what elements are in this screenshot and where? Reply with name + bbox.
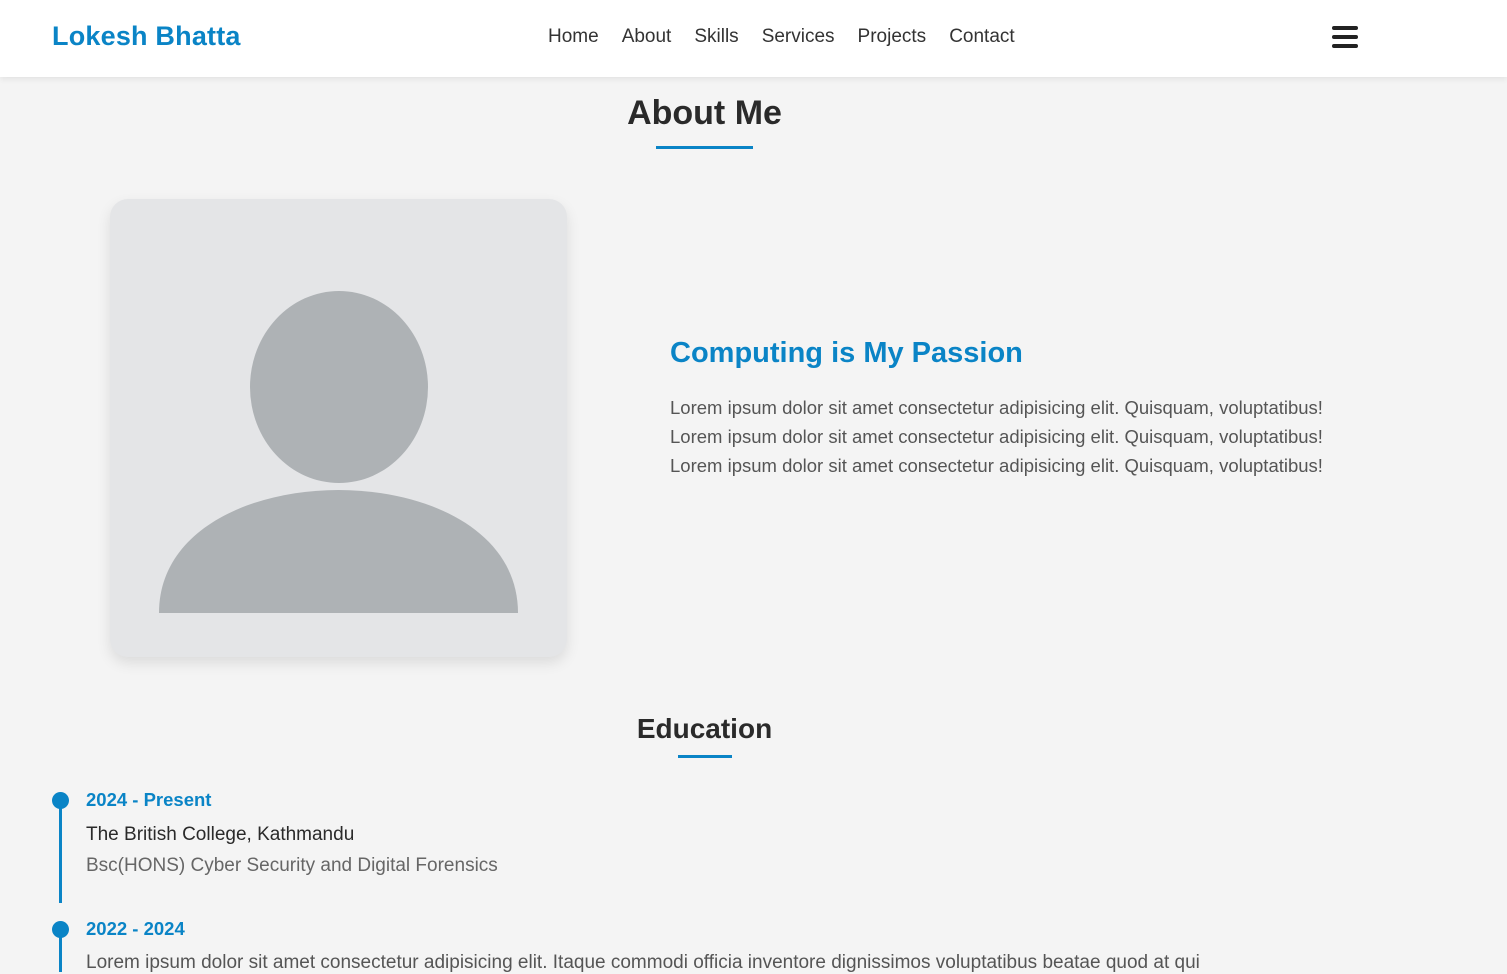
- education-date: 2024 - Present: [86, 789, 212, 810]
- nav-link-services[interactable]: Services: [762, 26, 835, 48]
- education-title-underline: [678, 755, 732, 758]
- navbar: Lokesh Bhatta Home About Skills Services…: [0, 0, 1507, 77]
- about-description: Lorem ipsum dolor sit amet consectetur a…: [670, 397, 1323, 476]
- user-avatar-placeholder-icon: [159, 291, 518, 613]
- about-title-underline: [656, 146, 753, 149]
- education-title: Education: [636, 713, 773, 744]
- passion-heading: Computing is My Passion: [670, 337, 1023, 369]
- brand-logo[interactable]: Lokesh Bhatta: [52, 21, 241, 52]
- timeline-dot: [52, 792, 69, 809]
- nav-links: Home About Skills Services Projects Cont…: [548, 26, 1015, 48]
- hamburger-icon[interactable]: [1332, 26, 1358, 48]
- nav-link-projects[interactable]: Projects: [858, 26, 927, 48]
- nav-link-home[interactable]: Home: [548, 26, 599, 48]
- nav-link-about[interactable]: About: [622, 26, 672, 48]
- about-title: About Me: [627, 94, 782, 132]
- nav-link-skills[interactable]: Skills: [694, 26, 738, 48]
- nav-link-contact[interactable]: Contact: [949, 26, 1014, 48]
- profile-photo-card: [110, 199, 567, 657]
- education-description: Lorem ipsum dolor sit amet consectetur a…: [86, 952, 1200, 973]
- education-school: The British College, Kathmandu: [86, 824, 355, 845]
- education-degree: Bsc(HONS) Cyber Security and Digital For…: [86, 855, 498, 876]
- education-date: 2022 - 2024: [86, 918, 185, 939]
- timeline-line: [59, 800, 62, 903]
- timeline-dot: [52, 921, 69, 938]
